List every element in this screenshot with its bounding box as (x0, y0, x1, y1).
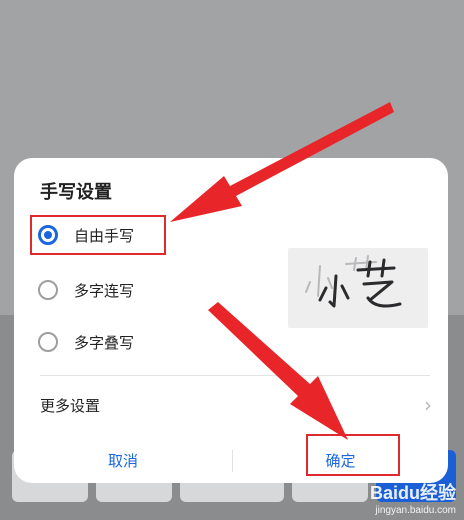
divider (40, 375, 430, 376)
handwriting-preview (288, 248, 428, 328)
option-label: 多字叠写 (74, 333, 135, 352)
annotation-highlight-box (30, 215, 166, 255)
watermark-main: Baidu经验 (369, 483, 456, 503)
annotation-highlight-box (306, 434, 400, 476)
radio-unchecked-icon[interactable] (38, 280, 58, 300)
cancel-button[interactable]: 取消 (14, 440, 232, 480)
baidu-watermark: Baidu经验 jingyan.baidu.com (370, 479, 456, 516)
option-multi-char-overlap[interactable]: 多字叠写 (38, 322, 134, 362)
dialog-title: 手写设置 (40, 182, 112, 203)
option-label: 多字连写 (74, 281, 135, 300)
watermark-url: jingyan.baidu.com (375, 505, 456, 516)
option-multi-char-continuous[interactable]: 多字连写 (38, 270, 134, 310)
handwriting-preview-image (305, 255, 402, 308)
chevron-right-icon: › (424, 393, 432, 417)
radio-unchecked-icon[interactable] (38, 332, 58, 352)
more-settings-row[interactable]: 更多设置 › (40, 380, 432, 430)
handwriting-settings-dialog: 手写设置 自由手写 多字连写 多字叠写 更多设置 › 取消 确定 (14, 158, 448, 483)
more-settings-label: 更多设置 (40, 396, 101, 415)
